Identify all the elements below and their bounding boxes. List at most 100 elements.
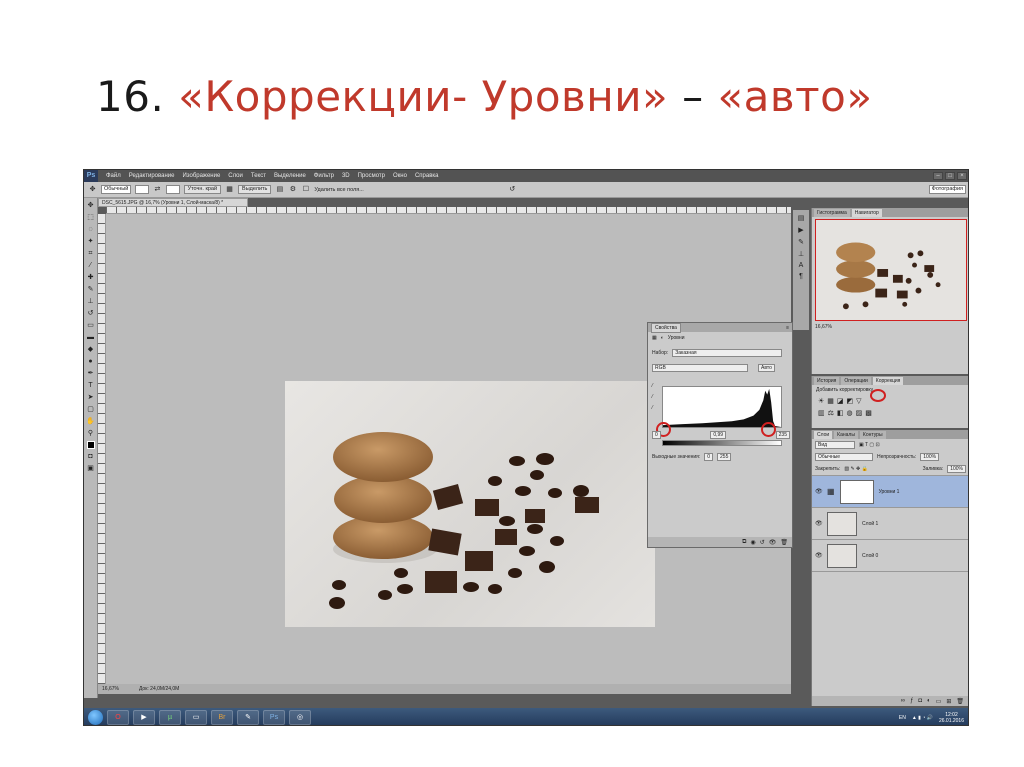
brightness-icon[interactable]: ☀: [818, 397, 824, 405]
explorer-icon[interactable]: ▭: [185, 710, 207, 725]
blur-icon[interactable]: ◆: [86, 345, 95, 354]
eye-icon[interactable]: 👁: [815, 488, 823, 495]
input-white-field[interactable]: 235: [775, 431, 790, 439]
healing-icon[interactable]: ✚: [86, 273, 95, 282]
eye-icon[interactable]: 👁: [815, 520, 823, 527]
output-white-field[interactable]: 255: [717, 453, 732, 461]
brush-icon[interactable]: ✎: [86, 285, 95, 294]
channel-select[interactable]: RGB: [652, 364, 748, 372]
menu-select[interactable]: Выделение: [270, 173, 310, 179]
menu-view[interactable]: Просмотр: [354, 173, 389, 179]
mixer-icon[interactable]: ▨: [856, 409, 863, 417]
document-tab[interactable]: DSC_5615.JPG @ 16,7% (Уровни 1, Слой-мас…: [98, 198, 248, 207]
pen-icon[interactable]: ✒: [86, 369, 95, 378]
clone-source-icon[interactable]: ⊥: [798, 250, 804, 258]
paint-icon[interactable]: ✎: [237, 710, 259, 725]
navigator-preview[interactable]: [815, 219, 967, 321]
black-eyedropper-icon[interactable]: ⁄: [652, 383, 653, 389]
history-brush-icon[interactable]: ↺: [86, 309, 95, 318]
folder-icon[interactable]: ▭: [936, 698, 942, 705]
tab-channels[interactable]: Каналы: [834, 430, 858, 439]
blend-mode-select[interactable]: Обычные: [815, 453, 873, 461]
fill-field[interactable]: 100%: [947, 465, 966, 473]
bw-icon[interactable]: ◧: [837, 409, 844, 417]
link-icon[interactable]: ∞: [901, 698, 905, 704]
layer-row-layer1[interactable]: 👁 Слой 1: [812, 508, 968, 540]
menu-file[interactable]: Файл: [102, 173, 125, 179]
foreground-color-swatch[interactable]: [86, 441, 95, 449]
workspace-select[interactable]: Фотография: [928, 185, 966, 194]
balance-icon[interactable]: ⚖: [828, 409, 834, 417]
opera-icon[interactable]: O: [107, 710, 129, 725]
refine-edge-button[interactable]: Уточн. край: [183, 185, 222, 194]
grid-icon[interactable]: ▦: [225, 185, 234, 194]
menu-3d[interactable]: 3D: [338, 173, 354, 179]
properties-tab[interactable]: Свойства: [651, 322, 681, 333]
shape-icon[interactable]: ▢: [86, 405, 95, 414]
style-select[interactable]: Обычный: [101, 185, 132, 194]
bridge-icon[interactable]: Br: [211, 710, 233, 725]
menu-layers[interactable]: Слои: [224, 173, 247, 179]
layer-row-levels[interactable]: 👁 ▦ Уровни 1: [812, 476, 968, 508]
layer-kind-select[interactable]: Вид: [815, 441, 855, 449]
torrent-icon[interactable]: µ: [159, 710, 181, 725]
menu-image[interactable]: Изображение: [178, 173, 224, 179]
start-button[interactable]: [88, 710, 103, 725]
move-icon[interactable]: ✥: [86, 201, 95, 210]
eye-icon[interactable]: 👁: [815, 552, 823, 559]
tab-actions[interactable]: Операции: [841, 376, 871, 385]
eyedropper-icon[interactable]: ⁄: [86, 261, 95, 270]
mask-icon[interactable]: ◐: [661, 335, 664, 341]
type-icon[interactable]: T: [86, 381, 95, 390]
reset-icon[interactable]: ↺: [760, 539, 765, 546]
curves-icon[interactable]: ◪: [837, 397, 844, 405]
clock[interactable]: 12:02 26.01.2016: [939, 712, 964, 724]
checkbox-icon[interactable]: ☐: [301, 185, 310, 194]
trash-icon[interactable]: 🗑: [956, 698, 964, 705]
new-layer-icon[interactable]: ⊞: [946, 698, 951, 705]
lock-icons[interactable]: ▨ ✎ ✥ 🔒: [844, 466, 868, 472]
network-app-icon[interactable]: ◎: [289, 710, 311, 725]
output-gradient[interactable]: [662, 440, 782, 446]
trash-icon[interactable]: 🗑: [780, 539, 788, 546]
vibrance-icon[interactable]: ▽: [856, 397, 861, 405]
opacity-field[interactable]: 100%: [920, 453, 940, 461]
white-eyedropper-icon[interactable]: ⁄: [652, 405, 653, 411]
zoom-readout[interactable]: 16,67%: [102, 684, 119, 694]
hand-icon[interactable]: ✋: [86, 417, 95, 426]
lasso-icon[interactable]: ◌: [86, 225, 95, 234]
gradient-icon[interactable]: ▬: [86, 333, 95, 342]
width-field[interactable]: [135, 185, 149, 194]
filter-icons[interactable]: ▣ T ▢ ⊡: [859, 442, 880, 448]
menu-edit[interactable]: Редактирование: [125, 173, 179, 179]
tab-history[interactable]: История: [814, 376, 840, 385]
maximize-icon[interactable]: □: [945, 172, 955, 180]
gear-icon[interactable]: ⚙: [288, 185, 297, 194]
auto-button[interactable]: Авто: [758, 364, 775, 372]
media-player-icon[interactable]: ▶: [133, 710, 155, 725]
brush-presets-icon[interactable]: ✎: [798, 238, 804, 246]
preset-select[interactable]: Заказная: [672, 349, 783, 357]
stamp-icon[interactable]: ⊥: [86, 297, 95, 306]
panel-menu-icon[interactable]: ≡: [786, 325, 789, 331]
tab-histogram[interactable]: Гистограмма: [814, 208, 850, 217]
character-icon[interactable]: A: [799, 262, 804, 269]
hue-icon[interactable]: ▥: [818, 409, 825, 417]
photo-filter-icon[interactable]: ◍: [847, 409, 853, 417]
tab-adjustments[interactable]: Коррекция: [872, 376, 904, 385]
zoom-icon[interactable]: ⚲: [86, 429, 95, 438]
tab-layers[interactable]: Слои: [814, 430, 833, 439]
height-field[interactable]: [165, 185, 180, 194]
path-select-icon[interactable]: ➤: [86, 393, 95, 402]
marquee-icon[interactable]: ⬚: [86, 213, 95, 222]
lookup-icon[interactable]: ▩: [865, 409, 872, 417]
visibility-icon[interactable]: 👁: [769, 539, 777, 546]
input-gamma-field[interactable]: 0,99: [710, 431, 727, 439]
swap-icon[interactable]: ⇄: [153, 185, 162, 194]
exposure-icon[interactable]: ◩: [847, 397, 854, 405]
fx-icon[interactable]: ƒ: [910, 698, 913, 704]
move-tool-icon[interactable]: ✥: [88, 185, 97, 194]
new-adjustment-icon[interactable]: ◐: [927, 698, 931, 704]
input-black-field[interactable]: 0: [652, 431, 661, 439]
layer-row-layer0[interactable]: 👁 Слой 0: [812, 540, 968, 572]
